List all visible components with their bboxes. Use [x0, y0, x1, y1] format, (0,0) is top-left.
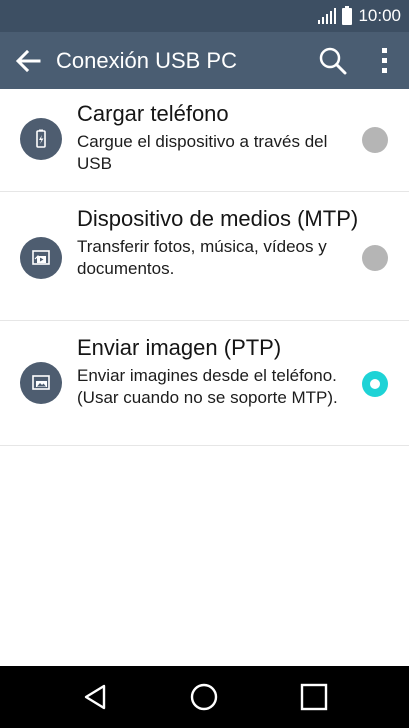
option-title: Dispositivo de medios (MTP): [77, 206, 359, 231]
recents-square-icon: [300, 683, 328, 711]
nav-home-button[interactable]: [174, 666, 234, 728]
search-icon: [319, 47, 347, 74]
media-device-icon: [20, 237, 62, 279]
app-bar: Conexión USB PC: [0, 32, 409, 89]
usb-option-list: Cargar teléfono Cargue el dispositivo a …: [0, 89, 409, 446]
option-text: Enviar imagen (PTP) Enviar imagines desd…: [77, 335, 362, 409]
option-text: Dispositivo de medios (MTP) Transferir f…: [77, 206, 362, 280]
navigation-bar: [0, 666, 409, 728]
more-options-button[interactable]: [361, 32, 409, 89]
status-time: 10:00: [358, 6, 401, 25]
radio-charge-phone[interactable]: [362, 127, 388, 153]
search-button[interactable]: [305, 32, 361, 89]
option-title: Cargar teléfono: [77, 101, 229, 126]
option-description: Cargue el dispositivo a través del USB: [77, 132, 328, 173]
battery-icon: [342, 5, 353, 25]
page-title: Conexión USB PC: [56, 47, 237, 73]
picture-icon: [20, 362, 62, 404]
nav-recents-button[interactable]: [284, 666, 344, 728]
radio-media-device-mtp[interactable]: [362, 245, 388, 271]
option-title: Enviar imagen (PTP): [77, 335, 282, 360]
nav-back-button[interactable]: [65, 666, 125, 728]
option-description: Transferir fotos, música, vídeos y docum…: [77, 237, 327, 278]
back-arrow-icon: [15, 49, 41, 72]
option-text: Cargar teléfono Cargue el dispositivo a …: [77, 101, 362, 175]
back-triangle-icon: [84, 684, 106, 710]
more-vert-icon: [382, 47, 387, 73]
option-description: Enviar imagines desde el teléfono. (Usar…: [77, 366, 338, 407]
back-button[interactable]: [0, 32, 56, 89]
option-send-image-ptp[interactable]: Enviar imagen (PTP) Enviar imagines desd…: [0, 321, 409, 446]
radio-send-image-ptp-selected[interactable]: [362, 371, 388, 397]
signal-icon: [318, 8, 337, 24]
option-charge-phone[interactable]: Cargar teléfono Cargue el dispositivo a …: [0, 89, 409, 192]
status-bar: 10:00: [0, 0, 409, 32]
battery-charge-icon: [20, 118, 62, 160]
home-circle-icon: [191, 683, 218, 711]
option-media-device-mtp[interactable]: Dispositivo de medios (MTP) Transferir f…: [0, 192, 409, 321]
